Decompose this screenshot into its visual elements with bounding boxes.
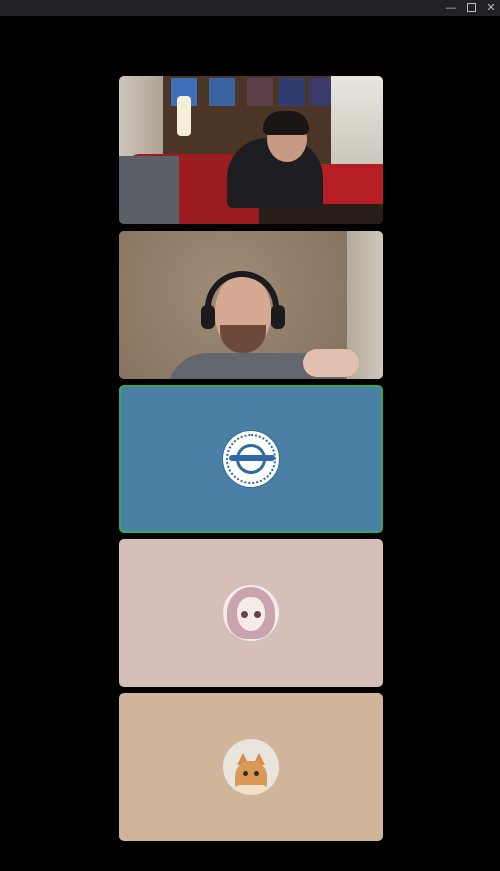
participant-video-tile[interactable] <box>119 76 383 224</box>
maximize-button[interactable] <box>461 0 481 16</box>
minimize-icon: — <box>445 1 457 14</box>
cat-avatar <box>223 739 279 795</box>
participant-avatar-tile[interactable] <box>119 385 383 533</box>
participant-avatar-tile[interactable] <box>119 693 383 841</box>
laughing-man-avatar <box>222 430 280 488</box>
call-grid <box>0 16 500 871</box>
close-button[interactable]: ✕ <box>481 0 500 16</box>
anime-girl-avatar <box>223 585 279 641</box>
participant-video-tile[interactable] <box>119 231 383 379</box>
close-icon: ✕ <box>486 1 496 14</box>
minimize-button[interactable]: — <box>441 0 461 16</box>
participant-avatar-tile[interactable] <box>119 539 383 687</box>
window-titlebar: — ✕ <box>0 0 500 16</box>
maximize-icon <box>466 2 476 12</box>
